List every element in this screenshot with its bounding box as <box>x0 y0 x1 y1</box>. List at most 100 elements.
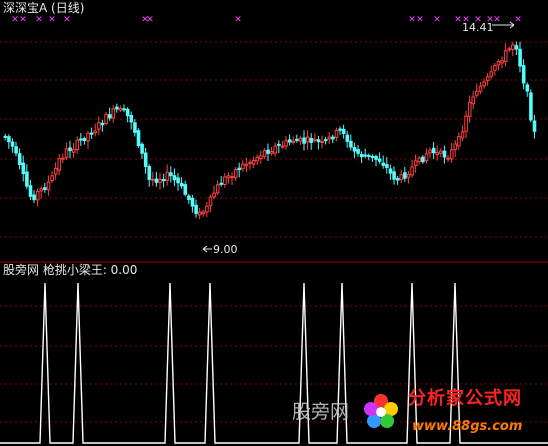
candle-body <box>61 157 65 160</box>
logo-text: 分析家公式网 <box>408 388 522 409</box>
candle-body <box>363 154 368 157</box>
candle-body <box>14 146 18 154</box>
candle-body <box>46 181 51 191</box>
candle-body <box>241 163 245 170</box>
candle-body <box>107 114 112 119</box>
candle-body <box>82 138 87 141</box>
candle-body <box>57 158 62 171</box>
candle-body <box>176 177 180 184</box>
candle-body <box>442 150 447 158</box>
candle-body <box>377 158 382 162</box>
candle-body <box>179 182 184 187</box>
signal-marker: ✕ <box>146 15 154 25</box>
candle-body <box>449 149 454 160</box>
candle-body <box>367 154 371 157</box>
candle-body <box>392 171 396 180</box>
candle-body <box>255 156 260 162</box>
candle-body <box>64 148 69 158</box>
candle-body <box>316 139 321 143</box>
signal-marker: ✕ <box>19 15 27 25</box>
candle-body <box>352 146 357 152</box>
candle-body <box>475 90 479 96</box>
candle-body <box>86 132 90 142</box>
candle-body <box>309 138 314 143</box>
candle-body <box>327 136 332 140</box>
candle-body <box>172 175 177 181</box>
candle-body <box>129 115 134 123</box>
candle-body <box>230 176 234 179</box>
candle-body <box>194 204 198 214</box>
candle-body <box>100 122 105 126</box>
candle-body <box>10 141 15 147</box>
candle-body <box>464 115 468 132</box>
candle-body <box>17 153 22 165</box>
candle-body <box>104 113 108 124</box>
candle-body <box>158 178 162 183</box>
candle-body <box>39 188 44 192</box>
candle-body <box>453 143 458 150</box>
candle-body <box>399 174 404 181</box>
candle-body <box>7 136 11 143</box>
candle-body <box>485 76 490 82</box>
chart-window: ✕ ✕ ✕ ✕ ✕ ✕ ✕ ✕ ✕ ✕ ✕ ✕ ✕ ✕ ✕ ✕ ✕ 深深宝A (日线) 14.41 9.00 股… <box>0 0 548 446</box>
candle-body <box>413 160 418 166</box>
candle-body <box>273 145 278 154</box>
candle-body <box>244 163 249 167</box>
candle-body <box>266 149 270 154</box>
candle-body <box>529 92 533 121</box>
candle-body <box>349 140 353 148</box>
candle-body <box>298 137 303 142</box>
candle-body <box>421 156 425 163</box>
candle-body <box>446 157 450 160</box>
signal-marker: ✕ <box>63 15 71 25</box>
candle-body <box>345 134 350 142</box>
chart-canvas: ✕ ✕ ✕ ✕ ✕ ✕✕ ✕ ✕ ✕ ✕ ✕ ✕ ✕ ✕ ✕ ✕ <box>0 15 548 444</box>
candle-body <box>511 44 515 50</box>
candle-body <box>25 171 29 187</box>
candle-body <box>323 139 328 142</box>
candle-body <box>280 145 285 148</box>
candle-body <box>507 48 512 51</box>
candle-body <box>97 122 101 130</box>
candle-body <box>165 171 170 181</box>
candle-body <box>460 131 465 139</box>
signal-marker: ✕ <box>514 15 522 25</box>
high-price-label: 14.41 <box>462 21 494 34</box>
candle-body <box>233 169 238 179</box>
candle-body <box>374 156 378 160</box>
candle-body <box>356 148 360 154</box>
candle-body <box>237 167 242 171</box>
candle-body <box>208 196 213 207</box>
candle-body <box>111 108 116 119</box>
candle-body <box>395 177 400 181</box>
candle-body <box>320 141 324 144</box>
candle-body <box>201 211 206 215</box>
signal-marker: ✕ <box>493 15 501 25</box>
signal-marker: ✕ <box>454 15 462 25</box>
candle-body <box>32 194 36 201</box>
candle-body <box>151 178 155 181</box>
candle-body <box>381 162 386 166</box>
signal-marker: ✕ <box>234 15 242 25</box>
candle-body <box>259 155 263 160</box>
candle-body <box>388 168 393 174</box>
candle-body <box>493 65 497 71</box>
candle-body <box>219 182 224 185</box>
candle-body <box>89 132 94 135</box>
candle-body <box>489 71 494 77</box>
candle-body <box>471 96 476 105</box>
candle-body <box>295 138 299 142</box>
signal-marker: ✕ <box>11 15 19 25</box>
indicator-panel-title: 股旁网 枪挑小梁王: 0.00 <box>3 263 138 277</box>
signal-marker: ✕ <box>48 15 56 25</box>
candle-body <box>302 137 306 144</box>
candle-body <box>521 65 526 84</box>
candle-body <box>439 150 443 154</box>
candle-body <box>50 175 54 182</box>
candle-body <box>43 187 47 190</box>
candle-body <box>403 172 407 179</box>
candle-body <box>118 107 123 111</box>
candle-body <box>331 136 335 140</box>
candle-body <box>431 147 436 154</box>
candle-body <box>482 81 486 87</box>
